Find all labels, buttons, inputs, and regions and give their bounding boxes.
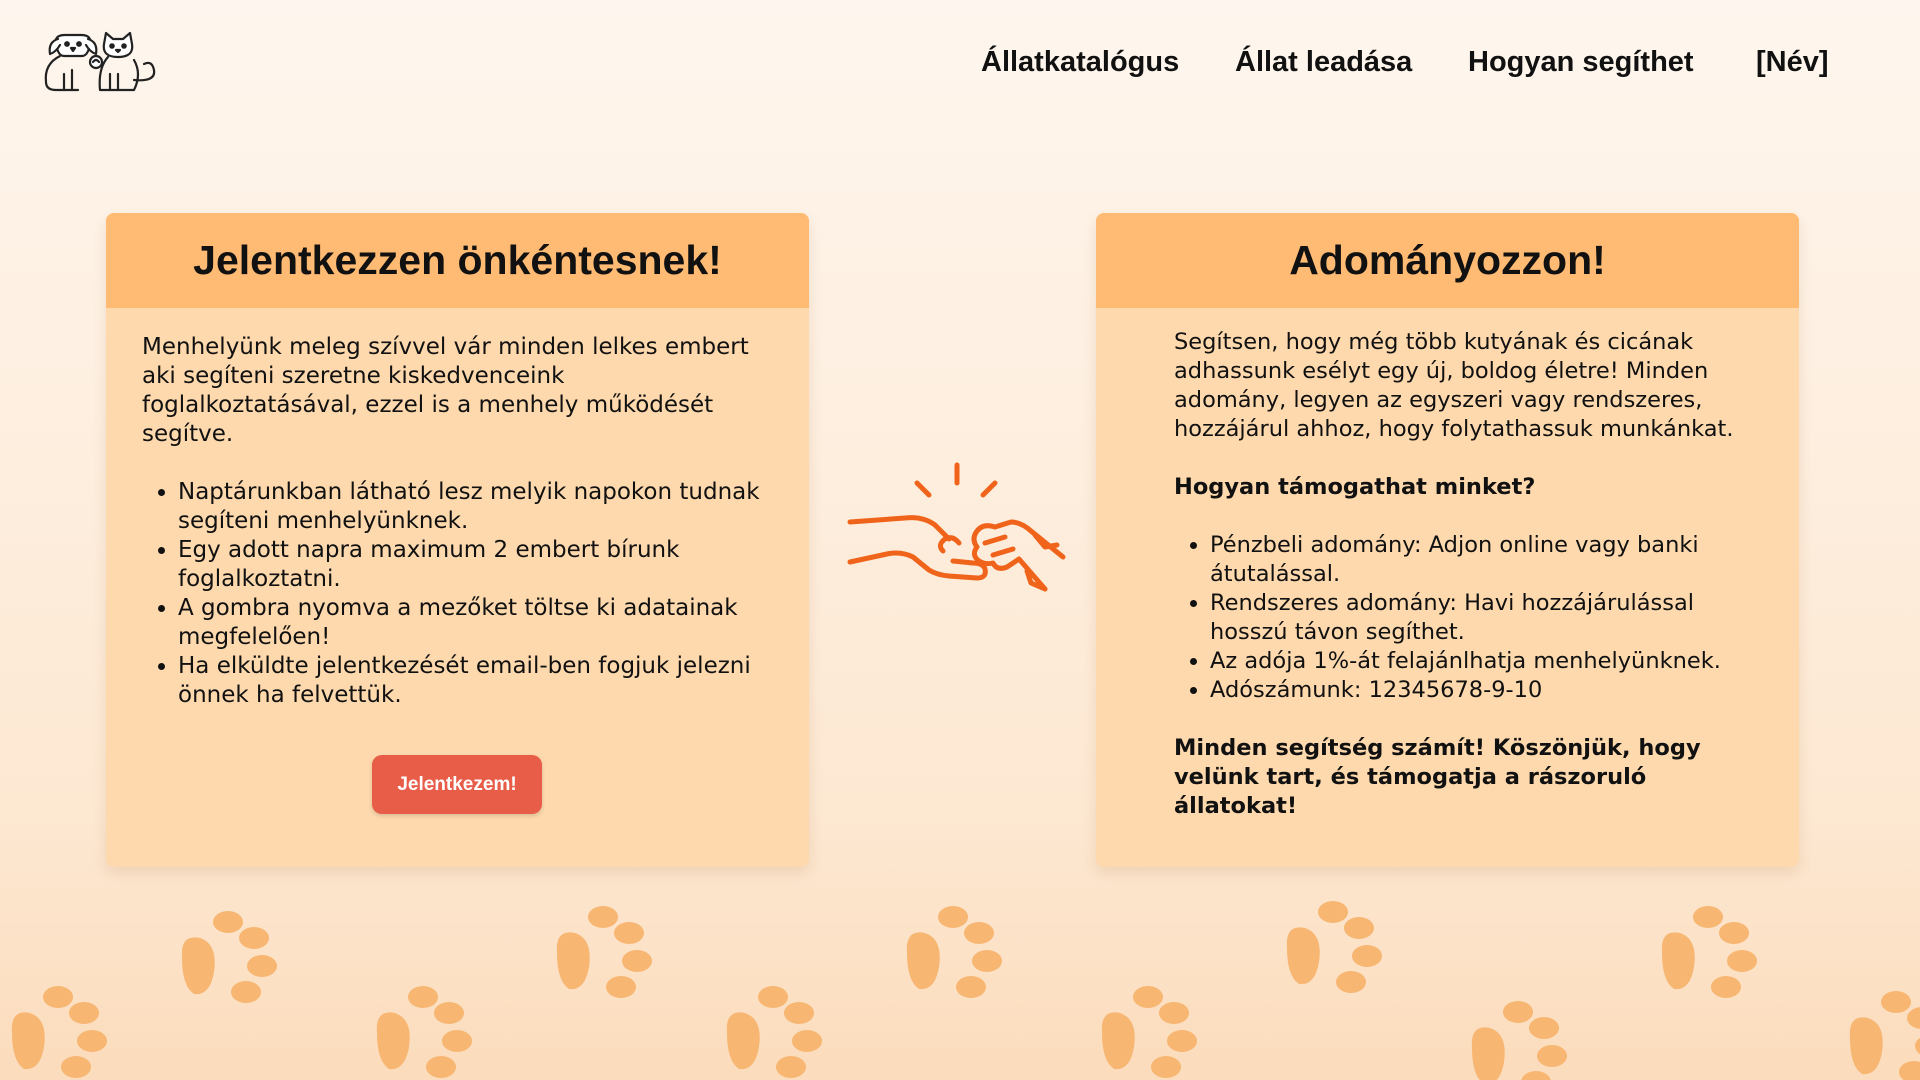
volunteer-list: Naptárunkban látható lesz melyik napokon… bbox=[142, 478, 773, 710]
paw-print-icon bbox=[1849, 991, 1920, 1080]
list-item: Rendszeres adomány: Havi hozzájárulással… bbox=[1210, 589, 1749, 647]
volunteer-card-body: Menhelyünk meleg szívvel vár minden lelk… bbox=[106, 308, 809, 710]
main-nav: Állatkatalógus Állat leadása Hogyan segí… bbox=[0, 46, 1920, 86]
donate-card-header: Adományozzon! bbox=[1096, 213, 1799, 308]
nav-animal-catalog[interactable]: Állatkatalógus bbox=[981, 46, 1179, 79]
nav-user-name[interactable]: [Név] bbox=[1756, 46, 1829, 79]
donate-list: Pénzbeli adomány: Adjon online vagy bank… bbox=[1174, 531, 1749, 705]
paw-print-icon bbox=[11, 986, 107, 1078]
donate-intro: Segítsen, hogy még több kutyának és cicá… bbox=[1174, 329, 1734, 442]
donate-closing: Minden segítség számít! Köszönjük, hogy … bbox=[1174, 735, 1701, 819]
paw-print-icon bbox=[1471, 1001, 1567, 1080]
paw-print-icon bbox=[1286, 901, 1382, 993]
paw-print-icon bbox=[726, 986, 822, 1078]
list-item: Az adója 1%-át felajánlhatja menhelyünkn… bbox=[1210, 647, 1749, 676]
fist-bump-icon bbox=[847, 462, 1066, 592]
apply-button[interactable]: Jelentkezem! bbox=[372, 755, 542, 814]
volunteer-card: Jelentkezzen önkéntesnek! Menhelyünk mel… bbox=[106, 213, 809, 867]
paw-print-icon bbox=[906, 906, 1002, 998]
volunteer-card-header: Jelentkezzen önkéntesnek! bbox=[106, 213, 809, 308]
list-item: A gombra nyomva a mezőket töltse ki adat… bbox=[178, 594, 773, 652]
paw-print-icon bbox=[556, 906, 652, 998]
list-item: Egy adott napra maximum 2 embert bírunk … bbox=[178, 536, 773, 594]
nav-how-to-help[interactable]: Hogyan segíthet bbox=[1468, 46, 1694, 79]
list-item: Adószámunk: 12345678-9-10 bbox=[1210, 676, 1749, 705]
volunteer-card-title: Jelentkezzen önkéntesnek! bbox=[193, 237, 722, 283]
paw-print-pattern bbox=[0, 880, 1920, 1080]
donate-card: Adományozzon! Segítsen, hogy még több ku… bbox=[1096, 213, 1799, 867]
donate-subheading: Hogyan támogathat minket? bbox=[1174, 474, 1536, 500]
volunteer-intro: Menhelyünk meleg szívvel vár minden lelk… bbox=[142, 334, 749, 447]
list-item: Pénzbeli adomány: Adjon online vagy bank… bbox=[1210, 531, 1749, 589]
paw-print-icon bbox=[1661, 906, 1757, 998]
paw-print-icon bbox=[181, 911, 277, 1003]
paw-print-icon bbox=[1101, 986, 1197, 1078]
list-item: Naptárunkban látható lesz melyik napokon… bbox=[178, 478, 773, 536]
nav-surrender-animal[interactable]: Állat leadása bbox=[1235, 46, 1412, 79]
donate-card-title: Adományozzon! bbox=[1289, 237, 1606, 283]
donate-card-body: Segítsen, hogy még több kutyának és cicá… bbox=[1096, 308, 1799, 821]
paw-print-icon bbox=[376, 986, 472, 1078]
list-item: Ha elküldte jelentkezését email-ben fogj… bbox=[178, 652, 773, 710]
site-header: Állatkatalógus Állat leadása Hogyan segí… bbox=[0, 0, 1920, 130]
